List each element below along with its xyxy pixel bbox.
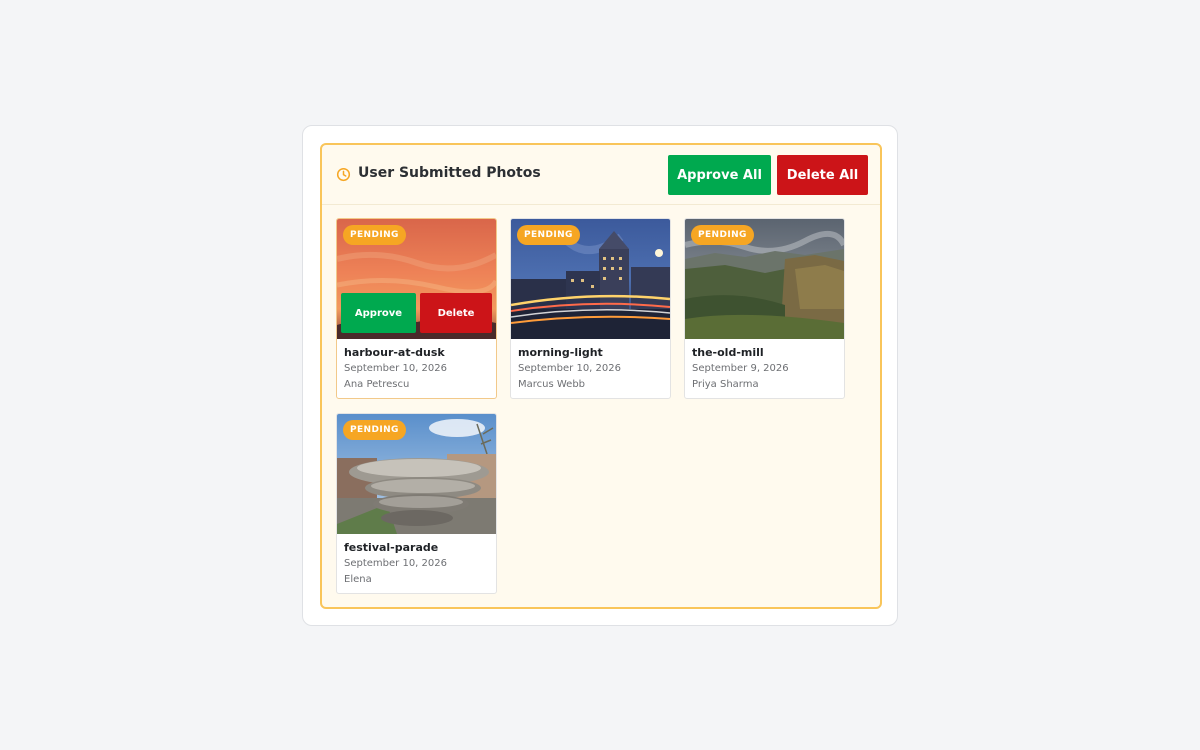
photo-date: September 10, 2026 xyxy=(344,558,447,569)
photo-card[interactable]: PENDING festival-parade September 10, 20… xyxy=(336,413,497,594)
approve-all-button[interactable]: Approve All xyxy=(668,155,771,195)
photo-card[interactable]: PENDING Approve Delete harbour-at-dusk S… xyxy=(336,218,497,399)
submissions-panel: User Submitted Photos Approve All Delete… xyxy=(320,143,882,609)
photo-name: morning-light xyxy=(518,346,603,359)
panel-title: User Submitted Photos xyxy=(358,165,541,181)
photo-name: the-old-mill xyxy=(692,346,764,359)
photo-card[interactable]: PENDING morning-light September 10, 2026… xyxy=(510,218,671,399)
photo-name: harbour-at-dusk xyxy=(344,346,445,359)
clock-icon xyxy=(336,167,351,182)
photo-name: festival-parade xyxy=(344,541,439,554)
photo-author: Ana Petrescu xyxy=(344,379,410,390)
photo-author: Elena xyxy=(344,574,372,585)
status-badge: PENDING xyxy=(343,225,406,245)
photo-card[interactable]: PENDING the-old-mill September 9, 2026 P… xyxy=(684,218,845,399)
photo-date: September 10, 2026 xyxy=(518,363,621,374)
photo-author: Priya Sharma xyxy=(692,379,759,390)
approve-button[interactable]: Approve xyxy=(341,293,416,333)
photo-date: September 9, 2026 xyxy=(692,363,789,374)
photo-author: Marcus Webb xyxy=(518,379,586,390)
moderation-card: User Submitted Photos Approve All Delete… xyxy=(302,125,898,626)
panel-header: User Submitted Photos Approve All Delete… xyxy=(322,145,880,205)
status-badge: PENDING xyxy=(691,225,754,245)
photo-date: September 10, 2026 xyxy=(344,363,447,374)
status-badge: PENDING xyxy=(517,225,580,245)
delete-button[interactable]: Delete xyxy=(420,293,492,333)
delete-all-button[interactable]: Delete All xyxy=(777,155,868,195)
status-badge: PENDING xyxy=(343,420,406,440)
